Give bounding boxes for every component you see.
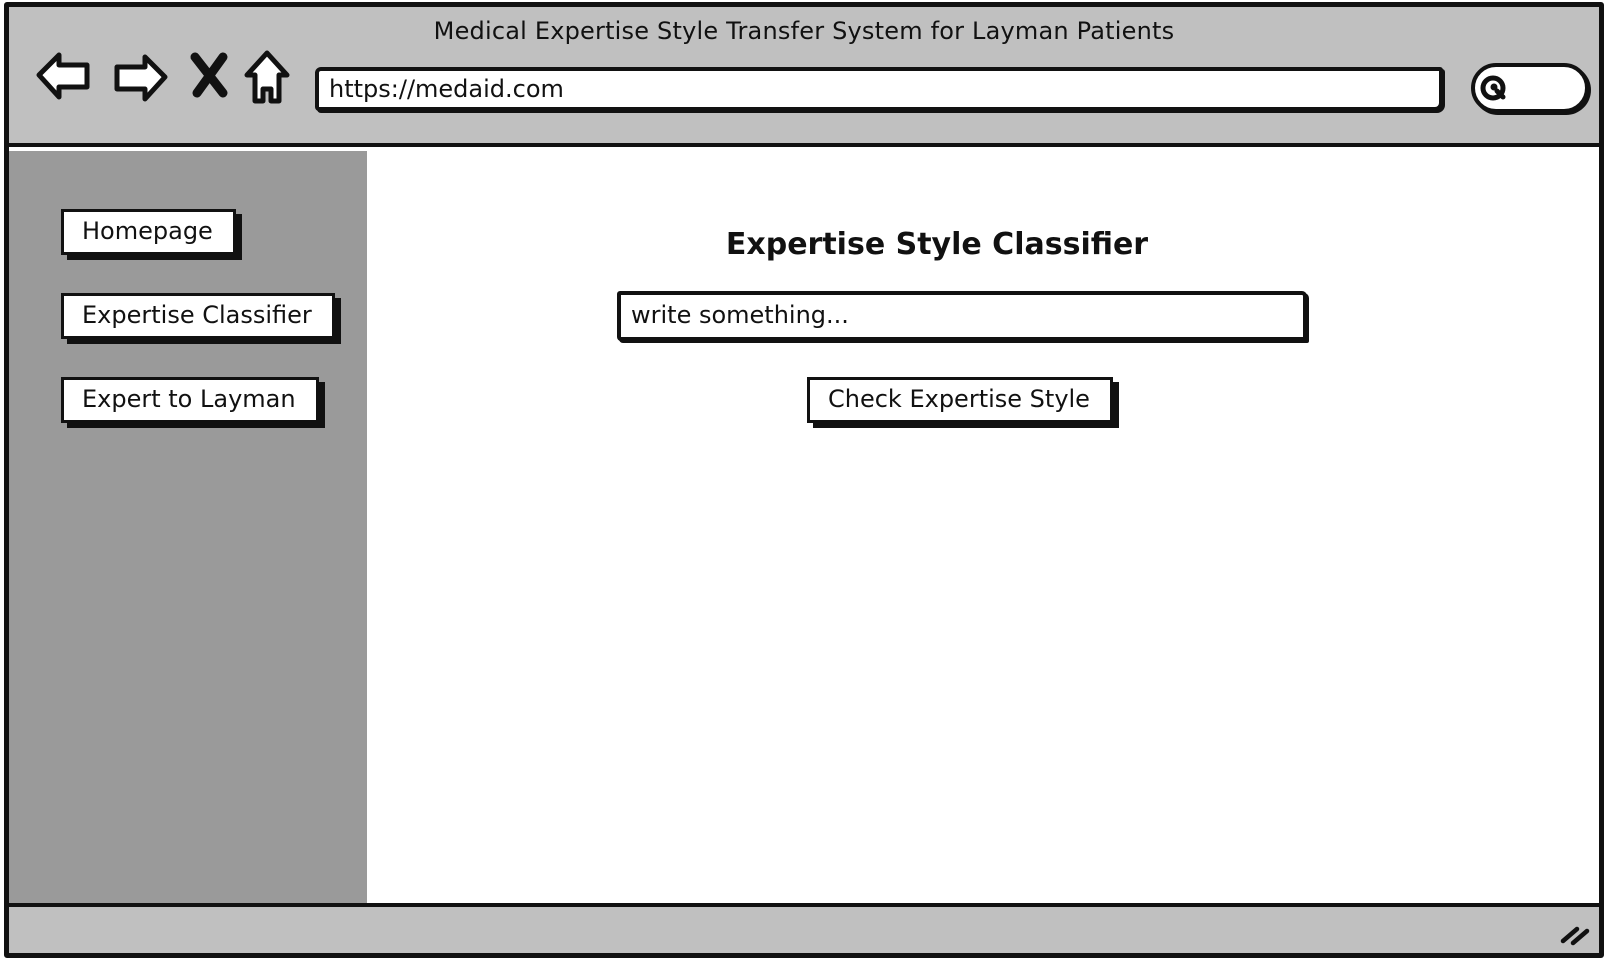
back-arrow-icon[interactable] bbox=[33, 45, 95, 107]
page-title: Expertise Style Classifier bbox=[725, 227, 1149, 262]
sidebar-item-expertise-classifier[interactable]: Expertise Classifier bbox=[61, 293, 335, 339]
check-expertise-style-button[interactable]: Check Expertise Style bbox=[807, 377, 1113, 423]
window-title: Medical Expertise Style Transfer System … bbox=[433, 17, 1175, 45]
main-content: Expertise Style Classifier write somethi… bbox=[367, 151, 1599, 909]
browser-chrome: Medical Expertise Style Transfer System … bbox=[9, 7, 1599, 147]
text-input-field[interactable]: write something... bbox=[617, 291, 1307, 341]
sidebar-item-homepage[interactable]: Homepage bbox=[61, 209, 236, 255]
sidebar-item-expert-to-layman[interactable]: Expert to Layman bbox=[61, 377, 319, 423]
browser-window: Medical Expertise Style Transfer System … bbox=[4, 2, 1604, 958]
resize-grip-icon[interactable] bbox=[1557, 913, 1593, 949]
search-icon bbox=[1479, 73, 1511, 105]
address-bar[interactable]: https://medaid.com bbox=[315, 67, 1443, 111]
status-bar bbox=[9, 903, 1599, 953]
close-x-icon[interactable] bbox=[181, 45, 243, 107]
browser-search-box[interactable] bbox=[1471, 63, 1589, 113]
forward-arrow-icon[interactable] bbox=[109, 45, 171, 107]
sidebar: Homepage Expertise Classifier Expert to … bbox=[9, 151, 367, 909]
home-icon[interactable] bbox=[241, 45, 303, 107]
